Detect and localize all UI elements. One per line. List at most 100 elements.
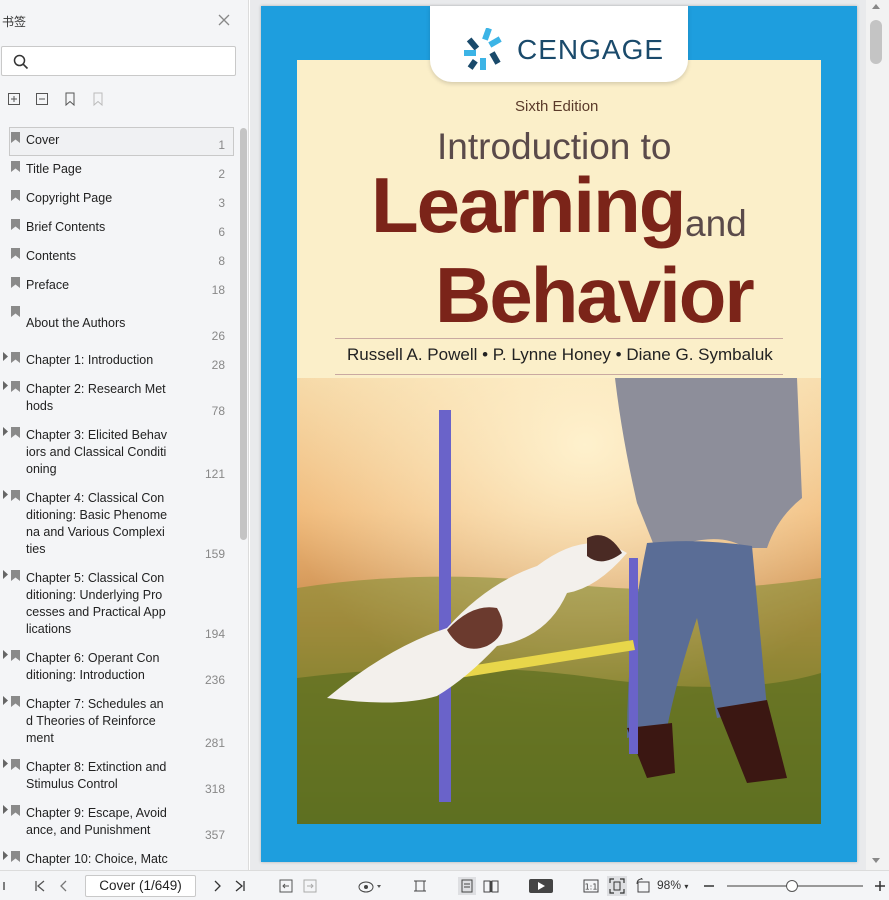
zoom-out-icon[interactable] [701, 878, 717, 894]
divider [335, 374, 783, 375]
bookmark-icon [11, 161, 20, 172]
bookmark-item[interactable]: Copyright Page 3 [0, 185, 236, 210]
bookmark-label: Chapter 6: Operant Con ditioning: Introd… [26, 651, 160, 682]
expand-arrow-icon[interactable] [2, 805, 9, 814]
prev-page-icon[interactable] [56, 878, 72, 894]
bookmark-item[interactable]: Chapter 8: Extinction and Stimulus Contr… [0, 754, 236, 796]
expand-arrow-icon[interactable] [2, 570, 9, 579]
page-number-input[interactable]: Cover (1/649) [85, 875, 196, 897]
eye-mode-icon[interactable] [358, 878, 382, 894]
bookmark-item[interactable]: Cover 1 [0, 127, 236, 156]
bookmark-label: Title Page [26, 162, 82, 176]
bookmark-item[interactable]: Title Page 2 [0, 156, 236, 181]
forward-icon[interactable] [302, 878, 318, 894]
zoom-slider-handle[interactable] [786, 880, 799, 892]
bookmark-label: Chapter 1: Introduction [26, 353, 154, 367]
bookmark-item[interactable]: About the Authors 26 [0, 301, 236, 343]
bookmark-item[interactable]: Brief Contents 6 [0, 214, 236, 239]
scroll-thumb[interactable] [870, 20, 882, 64]
bookmark-page-number: 26 [211, 329, 225, 343]
bookmark-icon [11, 851, 20, 862]
single-page-icon[interactable] [458, 877, 476, 895]
bookmark-item[interactable]: Chapter 5: Classical Con ditioning: Unde… [0, 565, 236, 641]
bookmark-label: Chapter 10: Choice, Matc hing, and Self-… [26, 852, 168, 870]
add-bookmark-icon[interactable] [62, 91, 78, 107]
bookmark-item[interactable]: Chapter 10: Choice, Matc hing, and Self-… [0, 846, 236, 870]
expand-arrow-icon[interactable] [2, 427, 9, 436]
bookmark-label: Chapter 8: Extinction and Stimulus Contr… [26, 760, 167, 791]
actual-size-icon[interactable]: 1:1 [583, 878, 599, 894]
play-slideshow-icon[interactable] [529, 878, 553, 894]
expand-arrow-icon[interactable] [2, 352, 9, 361]
back-icon[interactable] [278, 878, 294, 894]
expand-arrow-icon[interactable] [2, 650, 9, 659]
bookmark-icon [11, 759, 20, 770]
bookmark-page-number: 236 [204, 673, 225, 687]
bookmark-item[interactable]: Chapter 4: Classical Con ditioning: Basi… [0, 485, 236, 561]
bookmark-page-number: 2 [218, 167, 225, 181]
document-scrollbar[interactable] [866, 0, 889, 870]
fit-width-icon[interactable] [412, 878, 428, 894]
expand-arrow-icon[interactable] [2, 851, 9, 860]
scroll-down-icon[interactable] [872, 858, 880, 863]
search-icon [13, 54, 29, 70]
bookmark-icon [11, 650, 20, 661]
scroll-up-icon[interactable] [872, 4, 880, 9]
bookmark-item[interactable]: Chapter 9: Escape, Avoid ance, and Punis… [0, 800, 236, 842]
bookmark-label: Chapter 2: Research Met hods [26, 382, 166, 413]
publisher-tab: CENGAGE [430, 6, 688, 82]
bookmark-list: Cover 1 Title Page 2 Copyright Page 3 Brief Co… [0, 123, 236, 870]
title-line-3: Behavior [435, 251, 755, 339]
expand-arrow-icon[interactable] [2, 490, 9, 499]
close-icon[interactable] [217, 13, 231, 27]
fit-page-icon[interactable] [607, 876, 627, 896]
authors-line: Russell A. Powell • P. Lynne Honey • Dia… [347, 345, 773, 364]
bookmark-icon [11, 381, 20, 392]
bookmark-label: Brief Contents [26, 220, 106, 234]
bookmark-page-number: 318 [204, 782, 225, 796]
two-page-icon[interactable] [483, 878, 499, 894]
next-page-icon[interactable] [209, 878, 225, 894]
zoom-in-icon[interactable] [872, 878, 888, 894]
first-page-icon[interactable] [32, 878, 48, 894]
expand-arrow-icon[interactable] [2, 381, 9, 390]
bookmark-panel: 书签 Cover 1 Title Page 2 Copyright Page 3 Brief… [0, 0, 249, 870]
bookmark-page-number: 78 [211, 404, 225, 418]
brand-name: CENGAGE [517, 34, 665, 65]
bookmark-label: Chapter 5: Classical Con ditioning: Unde… [26, 571, 166, 636]
cover-photo [297, 378, 821, 824]
svg-text:1:1: 1:1 [585, 883, 598, 892]
bookmark-icon [11, 570, 20, 581]
bookmark-label: Chapter 3: Elicited Behav iors and Class… [26, 428, 168, 476]
bookmark-item[interactable]: Chapter 6: Operant Con ditioning: Introd… [0, 645, 236, 687]
expand-all-icon[interactable] [6, 91, 22, 107]
sidebar-toggle-icon[interactable] [0, 878, 8, 894]
collapse-all-icon[interactable] [34, 91, 50, 107]
zoom-dropdown[interactable]: 98% ▾ [657, 878, 688, 892]
bookmark-item[interactable]: Chapter 2: Research Met hods 78 [0, 376, 236, 418]
remove-bookmark-icon[interactable] [90, 91, 106, 107]
bookmark-label: Chapter 7: Schedules an d Theories of Re… [26, 697, 164, 745]
bookmark-item[interactable]: Contents 8 [0, 243, 236, 268]
bookmark-page-number: 357 [204, 828, 225, 842]
last-page-icon[interactable] [232, 878, 248, 894]
cengage-logo-icon [464, 28, 502, 70]
sidebar-scrollbar[interactable] [240, 128, 247, 540]
divider [335, 338, 783, 339]
title-line-2: Learning [371, 161, 686, 249]
bookmark-item[interactable]: Preface 18 [0, 272, 236, 297]
panel-title: 书签 [2, 15, 27, 29]
bookmark-item[interactable]: Chapter 1: Introduction 28 [0, 347, 236, 372]
bookmark-icon [11, 696, 20, 707]
edition-label: Sixth Edition [515, 98, 599, 115]
bookmark-search-input[interactable] [1, 46, 236, 76]
bookmark-item[interactable]: Chapter 3: Elicited Behav iors and Class… [0, 422, 236, 481]
bookmark-icon [11, 427, 20, 438]
expand-arrow-icon[interactable] [2, 696, 9, 705]
bookmark-label: Chapter 4: Classical Con ditioning: Basi… [26, 491, 168, 556]
bookmark-page-number: 6 [218, 225, 225, 239]
bookmark-icon [11, 306, 20, 317]
bookmark-item[interactable]: Chapter 7: Schedules an d Theories of Re… [0, 691, 236, 750]
rotate-icon[interactable] [635, 878, 651, 894]
expand-arrow-icon[interactable] [2, 759, 9, 768]
